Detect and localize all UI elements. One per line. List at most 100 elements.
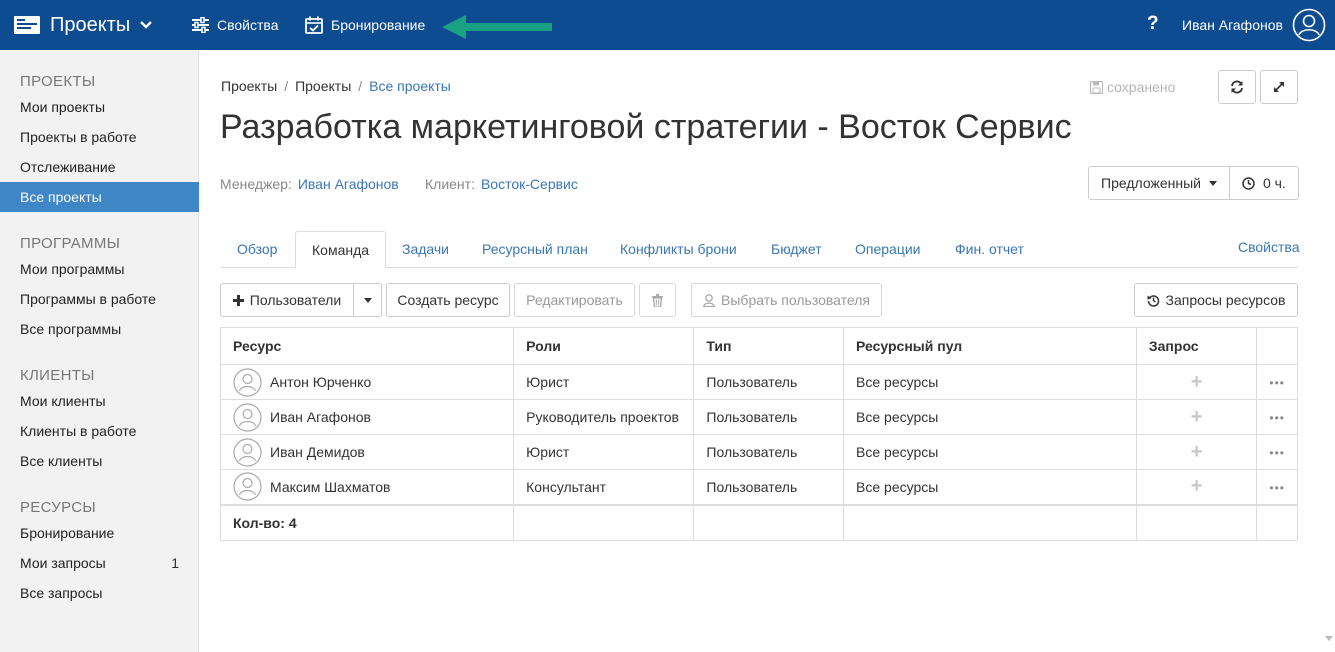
projects-menu-button[interactable]: Проекты: [14, 0, 153, 50]
more-options-icon[interactable]: •••: [1269, 411, 1285, 425]
nav-booking[interactable]: Бронирование: [305, 0, 425, 50]
sidebar-item-all-clients[interactable]: Все клиенты: [0, 446, 199, 476]
breadcrumb-separator: /: [284, 78, 289, 94]
manager-info: Менеджер: Иван Агафонов: [220, 176, 399, 192]
sidebar-item-my-programs[interactable]: Мои программы: [0, 254, 199, 284]
tab-operations[interactable]: Операции: [839, 231, 937, 268]
pointer-arrow-icon: [442, 15, 552, 39]
table-row[interactable]: Иван Демидов Юрист Пользователь Все ресу…: [219, 434, 1298, 470]
status-dropdown[interactable]: Предложенный: [1089, 167, 1229, 199]
resource-cell: Антон Юрченко: [219, 364, 515, 400]
column-header-resource[interactable]: Ресурс: [219, 327, 515, 365]
sidebar-item-all-requests[interactable]: Все запросы: [0, 578, 199, 608]
sidebar-section-projects: ПРОЕКТЫ: [20, 73, 96, 90]
table-row[interactable]: Максим Шахматов Консультант Пользователь…: [219, 469, 1298, 505]
actions-cell: •••: [1256, 364, 1298, 400]
sidebar-item-clients-in-work[interactable]: Клиенты в работе: [0, 416, 199, 446]
resource-cell: Максим Шахматов: [219, 469, 515, 505]
delete-button[interactable]: [639, 283, 676, 317]
tab-overview[interactable]: Обзор: [221, 231, 293, 268]
plus-icon: [232, 294, 244, 306]
add-request-icon[interactable]: +: [1191, 441, 1203, 463]
caret-down-icon: [363, 297, 372, 303]
breadcrumb-item[interactable]: Проекты: [295, 78, 351, 94]
help-button[interactable]: ?: [1147, 13, 1159, 35]
add-request-icon[interactable]: +: [1191, 371, 1203, 393]
user-name[interactable]: Иван Агафонов: [1182, 17, 1283, 33]
more-options-icon[interactable]: •••: [1269, 376, 1285, 390]
add-request-icon[interactable]: +: [1191, 475, 1203, 497]
resource-name[interactable]: Антон Юрченко: [270, 374, 371, 390]
sidebar-item-booking[interactable]: Бронирование: [0, 518, 199, 548]
add-users-label: Пользователи: [249, 292, 342, 308]
resource-name[interactable]: Максим Шахматов: [270, 479, 390, 495]
manager-link[interactable]: Иван Агафонов: [298, 176, 399, 192]
brand-label: Проекты: [50, 13, 131, 36]
nav-properties-label: Свойства: [217, 17, 279, 33]
refresh-button[interactable]: [1218, 70, 1256, 104]
table-row[interactable]: Иван Агафонов Руководитель проектов Поль…: [219, 399, 1298, 435]
user-avatar-icon: [233, 402, 262, 432]
tab-booking-conflicts[interactable]: Конфликты брони: [604, 231, 753, 268]
resource-requests-label: Запросы ресурсов: [1165, 292, 1286, 308]
more-options-icon[interactable]: •••: [1269, 481, 1285, 495]
footer-cell: [513, 503, 695, 541]
tab-team[interactable]: Команда: [295, 231, 387, 268]
sidebar-item-my-clients[interactable]: Мои клиенты: [0, 386, 199, 416]
sidebar-item-all-programs[interactable]: Все программы: [0, 314, 199, 344]
role-cell: Юрист: [513, 434, 695, 470]
history-icon: [1147, 294, 1159, 307]
type-cell: Пользователь: [693, 364, 845, 400]
edit-button[interactable]: Редактировать: [514, 283, 635, 317]
sidebar-section-resources: РЕСУРСЫ: [20, 499, 96, 516]
status-group: Предложенный 0 ч.: [1088, 166, 1299, 200]
column-header-type[interactable]: Тип: [693, 327, 845, 365]
tab-tasks[interactable]: Задачи: [386, 231, 465, 268]
table-row[interactable]: Антон Юрченко Юрист Пользователь Все рес…: [219, 364, 1298, 400]
nav-booking-label: Бронирование: [331, 17, 426, 33]
column-header-roles[interactable]: Роли: [513, 327, 695, 365]
breadcrumb-item[interactable]: Проекты: [221, 78, 277, 94]
footer-cell: [843, 503, 1137, 541]
sidebar-item-tracking[interactable]: Отслеживание: [0, 152, 199, 182]
resource-cell: Иван Демидов: [219, 434, 515, 470]
saved-label: сохранено: [1107, 79, 1176, 95]
scroll-down-arrow-icon[interactable]: [1325, 636, 1333, 641]
sidebar-item-all-projects[interactable]: Все проекты: [0, 182, 199, 212]
hours-button[interactable]: 0 ч.: [1228, 167, 1298, 199]
client-link[interactable]: Восток-Сервис: [481, 176, 578, 192]
create-resource-button[interactable]: Создать ресурс: [386, 283, 510, 317]
resource-name[interactable]: Иван Агафонов: [270, 409, 371, 425]
user-avatar-icon[interactable]: [1292, 8, 1326, 42]
clock-icon: [1242, 176, 1255, 190]
pick-user-button[interactable]: Выбрать пользователя: [691, 283, 882, 317]
more-options-icon[interactable]: •••: [1269, 446, 1285, 460]
footer-cell: [1135, 503, 1258, 541]
sidebar-item-my-projects[interactable]: Мои проекты: [0, 92, 199, 122]
add-users-dropdown-toggle[interactable]: [353, 283, 382, 317]
add-request-icon[interactable]: +: [1191, 406, 1203, 428]
tab-budget[interactable]: Бюджет: [755, 231, 838, 268]
sidebar-item-my-requests-label: Мои запросы: [20, 555, 106, 571]
role-cell: Руководитель проектов: [513, 399, 695, 435]
trash-icon: [652, 293, 663, 307]
sidebar-section-clients: КЛИЕНТЫ: [20, 367, 95, 384]
role-cell: Консультант: [513, 469, 695, 505]
nav-properties[interactable]: Свойства: [192, 0, 278, 50]
sidebar-item-projects-in-work[interactable]: Проекты в работе: [0, 122, 199, 152]
expand-icon: [1274, 82, 1284, 92]
sidebar-item-my-requests[interactable]: Мои запросы 1: [0, 548, 199, 578]
tab-fin-report[interactable]: Фин. отчет: [939, 231, 1040, 268]
resource-name[interactable]: Иван Демидов: [270, 444, 365, 460]
resource-requests-button[interactable]: Запросы ресурсов: [1134, 283, 1298, 317]
column-header-request[interactable]: Запрос: [1135, 327, 1258, 365]
breadcrumb-current[interactable]: Все проекты: [369, 78, 451, 94]
fullscreen-button[interactable]: [1260, 70, 1298, 104]
type-cell: Пользователь: [693, 434, 845, 470]
sidebar-item-programs-in-work[interactable]: Программы в работе: [0, 284, 199, 314]
user-avatar-icon: [233, 472, 262, 501]
add-users-button[interactable]: Пользователи: [220, 283, 354, 317]
tab-properties-link[interactable]: Свойства: [1238, 239, 1299, 255]
column-header-pool[interactable]: Ресурсный пул: [843, 327, 1137, 365]
tab-resource-plan[interactable]: Ресурсный план: [466, 231, 604, 268]
